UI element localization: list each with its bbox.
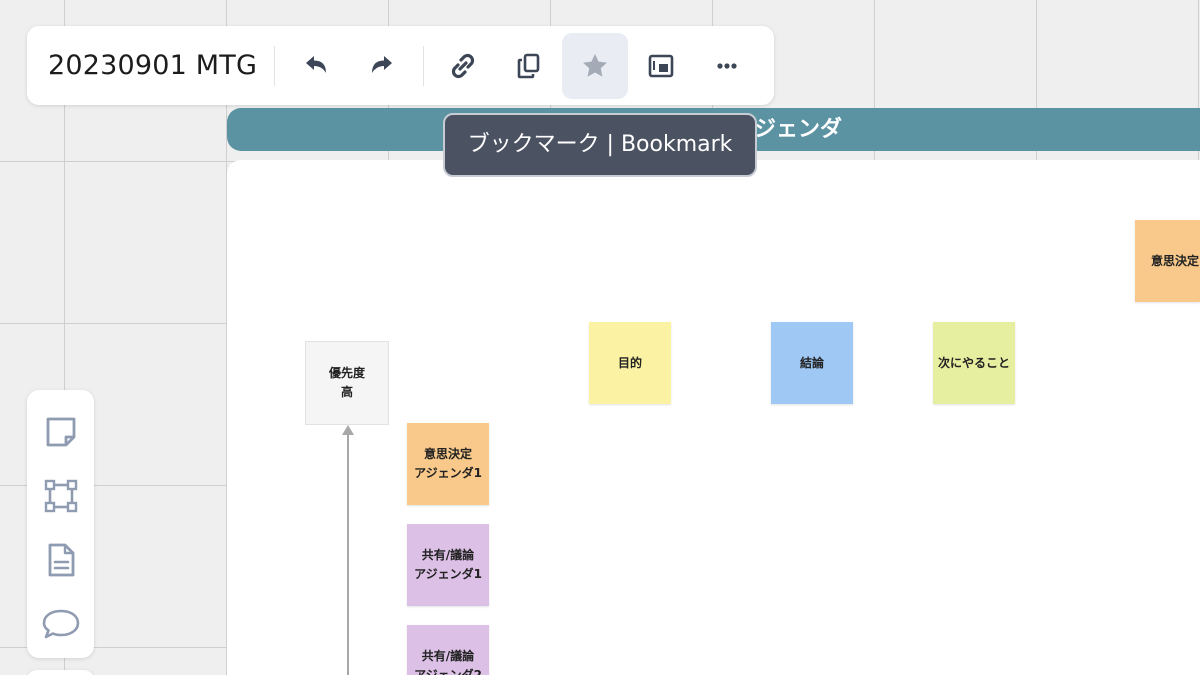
redo-button[interactable]: [349, 33, 415, 99]
sticky-note-tool[interactable]: [36, 402, 86, 466]
sticky-share-agenda-2[interactable]: 共有/議論 アジェンダ2: [407, 625, 489, 675]
sticky-next-actions[interactable]: 次にやること: [933, 322, 1015, 404]
bookmark-button[interactable]: [562, 32, 628, 99]
bookmark-tooltip: ブックマーク | Bookmark: [443, 113, 757, 177]
sticky-purpose[interactable]: 目的: [589, 322, 671, 404]
frame-tool[interactable]: [36, 466, 86, 530]
undo-button[interactable]: [283, 33, 349, 99]
document-icon: [45, 542, 77, 582]
top-toolbar: 20230901 MTG: [27, 26, 774, 105]
link-icon: [446, 49, 480, 83]
more-button[interactable]: [694, 33, 760, 99]
sticky-priority-high[interactable]: 優先度 高: [306, 342, 388, 424]
board-title[interactable]: 20230901 MTG: [27, 50, 274, 81]
comment-tool[interactable]: [36, 594, 86, 658]
present-button[interactable]: [628, 33, 694, 99]
sticky-note-icon: [44, 415, 78, 453]
frame-title: ジェンダ: [754, 117, 843, 142]
frame-icon: [646, 51, 676, 81]
undo-icon: [301, 51, 331, 81]
duplicate-button[interactable]: [496, 33, 562, 99]
sticky-decision-top[interactable]: 意思決定: [1135, 220, 1200, 302]
toolbar-divider: [274, 45, 275, 86]
more-icon: [712, 51, 742, 81]
left-tool-panel: [27, 390, 94, 658]
document-tool[interactable]: [36, 530, 86, 594]
comment-icon: [41, 607, 81, 645]
sticky-decision-agenda-1[interactable]: 意思決定 アジェンダ1: [407, 423, 489, 505]
star-icon: [580, 51, 610, 81]
redo-icon: [367, 51, 397, 81]
frame-select-icon: [43, 478, 79, 518]
sticky-conclusion[interactable]: 結論: [771, 322, 853, 404]
priority-arrow: [347, 432, 349, 675]
toolbar-divider: [423, 45, 424, 86]
sticky-share-agenda-1[interactable]: 共有/議論 アジェンダ1: [407, 524, 489, 606]
left-panel-secondary: [27, 670, 94, 675]
copy-icon: [514, 51, 544, 81]
copy-link-button[interactable]: [430, 33, 496, 99]
